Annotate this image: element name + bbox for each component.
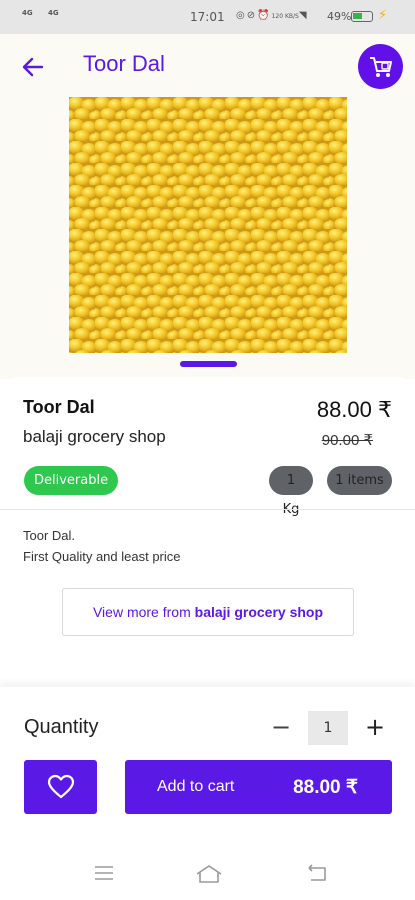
carousel-indicator: [180, 361, 237, 367]
view-more-label: View more from: [92, 604, 195, 620]
home-icon: [196, 865, 222, 883]
alarm-icon: ⏰: [257, 10, 272, 21]
view-more-from-shop-button[interactable]: View more from balaji grocery shop: [62, 588, 354, 636]
home-button[interactable]: [194, 863, 224, 887]
status-time: 17:01: [190, 10, 225, 24]
shopping-cart-icon: [370, 57, 392, 77]
back-button[interactable]: [18, 52, 48, 82]
quantity-decrease-button[interactable]: −: [270, 712, 292, 742]
divider: [0, 509, 415, 510]
cart-button[interactable]: [358, 44, 403, 89]
items-chip: 1 items: [327, 466, 392, 495]
wishlist-button[interactable]: [24, 760, 97, 814]
toor-dal-image: [69, 97, 347, 353]
shop-name: balaji grocery shop: [23, 427, 166, 446]
status-icons: ◎⊘⏰120 KB/S◥: [236, 10, 309, 21]
battery-icon: [351, 11, 373, 22]
add-to-cart-label: Add to cart: [157, 778, 235, 795]
status-bar: 4G 4G 17:01 ◎⊘⏰120 KB/S◥ 49% ⚡: [0, 0, 415, 34]
charging-icon: ⚡: [378, 8, 388, 23]
back-icon: [308, 864, 326, 881]
original-price: 90.00 ₹: [321, 432, 373, 449]
menu-icon: [95, 866, 113, 880]
description-line: Toor Dal.: [23, 528, 76, 543]
battery-percent: 49%: [327, 10, 352, 23]
heart-icon: [47, 774, 75, 799]
product-name: Toor Dal: [23, 397, 95, 417]
purchase-panel: Quantity − 1 + Add to cart 88.00 ₹: [0, 687, 415, 837]
product-price: 88.00 ₹: [316, 397, 392, 422]
page-title: Toor Dal: [83, 51, 165, 76]
weight-chip: 1 Kg: [269, 466, 313, 517]
quantity-label: Quantity: [24, 716, 99, 738]
signal-indicator-2: 4G: [48, 9, 59, 17]
quantity-increase-button[interactable]: +: [364, 712, 386, 742]
arrow-left-icon: [22, 57, 44, 77]
hotspot-icon: ◎: [236, 10, 247, 21]
menu-button[interactable]: [92, 863, 122, 887]
signal-indicator-1: 4G: [22, 9, 33, 17]
product-info-card: Toor Dal balaji grocery shop 88.00 ₹ 90.…: [0, 377, 415, 687]
wifi-icon: ◥: [298, 10, 309, 21]
product-image[interactable]: [69, 97, 347, 353]
view-more-shop-name: balaji grocery shop: [194, 604, 324, 620]
deliverable-badge: Deliverable: [24, 466, 119, 495]
product-description: Toor Dal. First Quality and least price: [23, 525, 181, 567]
no-sound-icon: ⊘: [246, 10, 258, 21]
quantity-value[interactable]: 1: [308, 711, 348, 745]
product-header-area: Toor Dal: [0, 34, 415, 379]
back-nav-button[interactable]: [305, 863, 335, 887]
add-to-cart-button[interactable]: Add to cart 88.00 ₹: [125, 760, 392, 814]
add-to-cart-amount: 88.00 ₹: [293, 777, 358, 798]
data-rate: 120 KB/S: [271, 13, 299, 20]
description-line: First Quality and least price: [23, 549, 181, 564]
system-nav-bar: [0, 837, 415, 900]
